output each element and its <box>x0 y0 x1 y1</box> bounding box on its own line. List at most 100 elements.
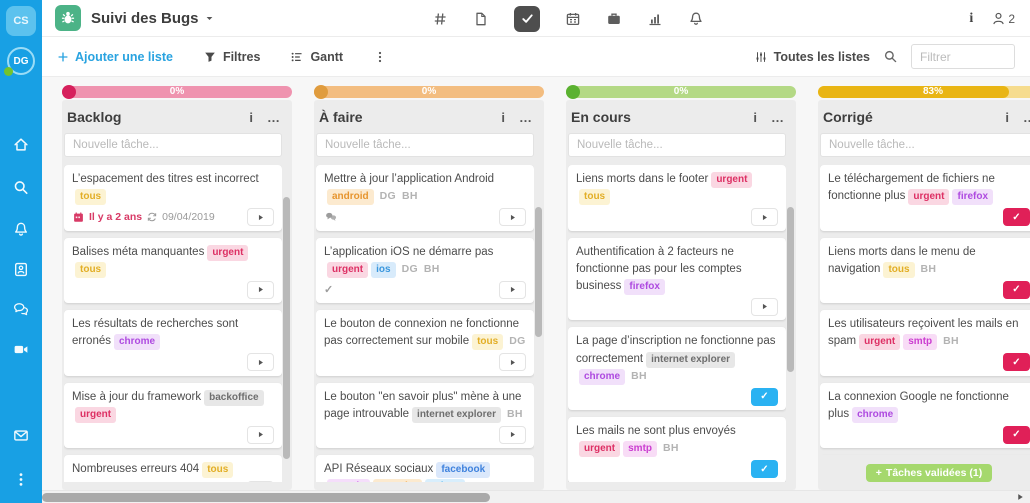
column-header-icons: i… <box>753 111 784 124</box>
column-info-icon[interactable]: i <box>753 111 757 124</box>
briefcase-icon[interactable] <box>606 11 622 27</box>
page-title: Suivi des Bugs <box>91 10 199 27</box>
app-sidebar: CS DG <box>0 0 42 503</box>
column-info-icon[interactable]: i <box>1005 111 1009 124</box>
filters-button[interactable]: Filtres <box>203 50 261 64</box>
task-card[interactable]: API Réseaux sociauxfacebookgoogleyoutube… <box>316 455 534 482</box>
notifications-icon[interactable] <box>13 221 30 238</box>
task-card[interactable]: Le téléchargement de fichiers ne fonctio… <box>820 165 1030 231</box>
sliders-icon <box>754 50 768 64</box>
task-card[interactable]: L’espacement des titres est incorrecttou… <box>64 165 282 231</box>
card-open-button[interactable] <box>247 353 274 371</box>
card-complete-button[interactable]: ✓ <box>751 388 778 406</box>
column-body: Corrigéi…Le téléchargement de fichiers n… <box>818 100 1030 490</box>
card-open-button[interactable] <box>499 353 526 371</box>
card-complete-button[interactable]: ✓ <box>1003 208 1030 226</box>
gantt-button[interactable]: Gantt <box>290 50 343 64</box>
new-task-input[interactable] <box>64 133 282 157</box>
task-card[interactable]: Les mails ne sont plus envoyésurgentsmtp… <box>568 417 786 482</box>
card-open-button[interactable] <box>499 281 526 299</box>
task-card[interactable]: Nombreuses erreurs 404tous <box>64 455 282 482</box>
card-open-button[interactable] <box>499 208 526 226</box>
card-open-button[interactable] <box>751 298 778 316</box>
column-menu-icon[interactable]: … <box>1023 111 1030 124</box>
due-calendar-icon <box>72 211 85 224</box>
chat-icon[interactable] <box>13 301 30 318</box>
filter-input[interactable] <box>911 44 1015 69</box>
mail-icon[interactable] <box>13 427 30 444</box>
new-task-input[interactable] <box>568 133 786 157</box>
task-card[interactable]: Les résultats de recherches sont erronés… <box>64 310 282 376</box>
horizontal-scrollbar-thumb[interactable] <box>42 493 490 502</box>
card-open-button[interactable] <box>499 426 526 444</box>
task-card[interactable]: Mise à jour du frameworkbackofficeurgent <box>64 383 282 449</box>
card-open-button[interactable] <box>247 481 274 482</box>
scroll-right-arrow-icon[interactable] <box>1015 492 1025 502</box>
column-info-icon[interactable]: i <box>249 111 253 124</box>
calendar-icon[interactable] <box>565 11 581 27</box>
card-complete-button[interactable]: ✓ <box>1003 353 1030 371</box>
task-card[interactable]: La page d’inscription ne fonctionne pas … <box>568 327 786 410</box>
assignee-initials: BH <box>493 480 509 482</box>
column-body: À fairei…Mettre à jour l’application And… <box>314 100 544 490</box>
task-card[interactable]: Le bouton de connexion ne fonctionne pas… <box>316 310 534 376</box>
tag-chrome: chrome <box>114 334 160 350</box>
project-title-dropdown[interactable]: Suivi des Bugs <box>91 10 215 27</box>
column-scrollbar[interactable] <box>787 207 794 372</box>
task-card[interactable]: Liens morts dans le menu de navigationto… <box>820 238 1030 304</box>
more-options-icon[interactable] <box>13 471 30 488</box>
add-list-button[interactable]: Ajouter une liste <box>57 50 173 64</box>
column-scrollbar[interactable] <box>283 197 290 459</box>
assignee-initials: BH <box>663 442 679 454</box>
video-call-icon[interactable] <box>13 341 30 358</box>
task-card[interactable]: Le bouton "en savoir plus" mène à une pa… <box>316 383 534 449</box>
column-info-icon[interactable]: i <box>501 111 505 124</box>
card-complete-button[interactable]: ✓ <box>1003 426 1030 444</box>
workspace-avatar[interactable]: CS <box>6 6 36 36</box>
project-bug-icon <box>55 5 81 31</box>
user-avatar[interactable]: DG <box>7 47 35 75</box>
task-card[interactable]: La connexion Google ne fonctionne plusch… <box>820 383 1030 449</box>
filter-search-icon[interactable] <box>883 49 898 64</box>
task-card[interactable]: Authentification à 2 facteurs ne fonctio… <box>568 238 786 321</box>
card-open-button[interactable] <box>247 426 274 444</box>
members-button[interactable]: 2 <box>991 11 1015 26</box>
task-card[interactable]: Les utilisateurs reçoivent les mails en … <box>820 310 1030 376</box>
card-title: Mise à jour du framework <box>72 391 201 403</box>
stats-icon[interactable] <box>647 11 663 27</box>
horizontal-scrollbar[interactable] <box>42 490 1030 503</box>
new-task-input[interactable] <box>316 133 534 157</box>
task-card[interactable]: Balises méta manquantesurgenttous <box>64 238 282 304</box>
card-complete-button[interactable]: ✓ <box>1003 281 1030 299</box>
bell-icon[interactable] <box>688 11 704 27</box>
column-en-cours: 0%En coursi…Liens morts dans le footerur… <box>566 78 796 490</box>
column-menu-icon[interactable]: … <box>519 111 532 124</box>
validated-tasks-badge[interactable]: +Tâches validées (1) <box>866 464 992 482</box>
assignee-initials: BH <box>921 263 937 275</box>
column-scrollbar[interactable] <box>535 207 542 337</box>
home-icon[interactable] <box>13 136 30 153</box>
column-header: À fairei… <box>316 107 534 133</box>
search-icon[interactable] <box>13 179 30 196</box>
card-open-button[interactable] <box>247 281 274 299</box>
tab-tasks-active[interactable] <box>514 6 540 32</box>
task-card[interactable]: Liens morts dans le footerurgenttous <box>568 165 786 231</box>
contacts-icon[interactable] <box>13 261 30 278</box>
task-card[interactable]: L’application iOS ne démarre pasurgentio… <box>316 238 534 304</box>
task-card[interactable]: Mettre à jour l’application Androidandro… <box>316 165 534 231</box>
channels-icon[interactable] <box>432 11 448 27</box>
new-task-input[interactable] <box>820 133 1030 157</box>
validated-badge-wrap: +Tâches validées (1) <box>820 455 1030 482</box>
documents-icon[interactable] <box>473 11 489 27</box>
play-icon <box>508 213 517 222</box>
column-menu-icon[interactable]: … <box>771 111 784 124</box>
column-menu-icon[interactable]: … <box>267 111 280 124</box>
info-icon[interactable]: i <box>969 11 973 27</box>
card-open-button[interactable] <box>247 208 274 226</box>
card-open-button[interactable] <box>751 208 778 226</box>
column-header-icons: i… <box>501 111 532 124</box>
toolbar-more-icon[interactable] <box>373 50 387 64</box>
plus-icon <box>57 51 69 63</box>
card-complete-button[interactable]: ✓ <box>751 460 778 478</box>
lists-scope-button[interactable]: Toutes les listes <box>754 50 870 64</box>
